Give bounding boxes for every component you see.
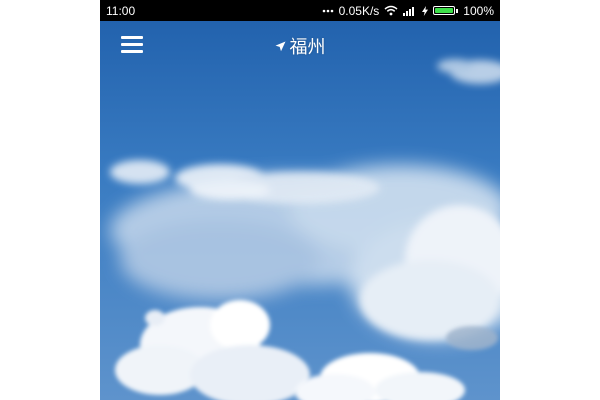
status-time: 11:00 xyxy=(106,3,136,18)
status-bar: 11:00 0.05K/s 100% xyxy=(100,0,500,21)
charging-bolt-icon xyxy=(422,5,429,16)
location-arrow-icon xyxy=(275,41,286,52)
network-speed: 0.05K/s xyxy=(338,3,380,18)
battery-icon xyxy=(433,6,459,15)
wifi-icon xyxy=(384,5,398,16)
page: 11:00 0.05K/s 100% 福州 xyxy=(0,0,600,400)
city-selector[interactable]: 福州 xyxy=(100,33,500,59)
more-dots-icon xyxy=(322,8,334,14)
signal-icon xyxy=(403,6,417,16)
app-bar: 福州 xyxy=(100,21,500,69)
battery-fill xyxy=(435,8,454,13)
phone-screen: 11:00 0.05K/s 100% 福州 xyxy=(100,0,500,400)
city-name: 福州 xyxy=(289,37,326,58)
battery-level: 100% xyxy=(463,3,494,18)
